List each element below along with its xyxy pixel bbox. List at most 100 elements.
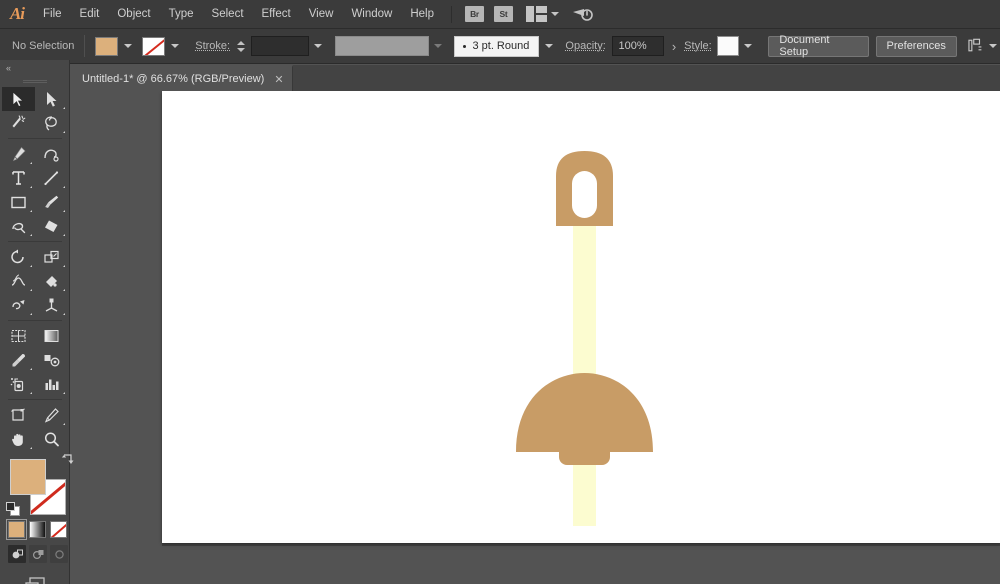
menu-effect[interactable]: Effect xyxy=(253,0,300,29)
document-tab[interactable]: Untitled-1* @ 66.67% (RGB/Preview) ✕ xyxy=(70,65,293,91)
bridge-icon[interactable]: Br xyxy=(465,6,484,22)
close-icon[interactable]: ✕ xyxy=(274,73,283,86)
search-help-icon xyxy=(571,6,593,23)
panel-grabber[interactable] xyxy=(0,76,69,87)
screen-mode-button[interactable] xyxy=(0,575,69,584)
brush-definition-label: 3 pt. Round xyxy=(472,40,529,52)
menu-edit[interactable]: Edit xyxy=(71,0,109,29)
slice-tool[interactable] xyxy=(35,403,68,427)
scale-tool[interactable] xyxy=(35,245,68,269)
symbol-sprayer-tool[interactable] xyxy=(2,372,35,396)
paintbrush-tool[interactable] xyxy=(35,190,68,214)
zoom-tool[interactable] xyxy=(35,427,68,451)
rectangle-tool[interactable] xyxy=(2,190,35,214)
handle-grip-hole xyxy=(572,171,597,218)
graphic-style-swatch[interactable] xyxy=(717,36,738,56)
selection-tool[interactable] xyxy=(2,87,35,111)
draw-behind-button[interactable] xyxy=(29,545,47,563)
artboard-shadow xyxy=(162,543,1000,546)
fill-stroke-swatch-widget xyxy=(8,457,68,515)
tools-grid xyxy=(0,87,69,451)
change-screen-mode-icon xyxy=(21,575,49,584)
opacity-label[interactable]: Opacity: xyxy=(565,40,605,52)
workspace-switcher[interactable] xyxy=(526,6,559,22)
style-dropdown-arrow-icon[interactable] xyxy=(741,37,755,56)
opacity-input[interactable]: 100% xyxy=(612,36,664,56)
width-tool[interactable] xyxy=(2,269,35,293)
stroke-color-swatch[interactable] xyxy=(142,37,165,56)
menu-object[interactable]: Object xyxy=(108,0,159,29)
color-mode-buttons xyxy=(0,521,69,538)
fill-swatch[interactable] xyxy=(10,459,46,495)
fill-dropdown-arrow-icon[interactable] xyxy=(120,37,134,56)
workspace-switcher-icon xyxy=(526,6,547,22)
shape-builder-tool[interactable] xyxy=(2,293,35,317)
magic-wand-tool[interactable] xyxy=(2,111,35,135)
menu-help[interactable]: Help xyxy=(401,0,443,29)
menu-window[interactable]: Window xyxy=(342,0,401,29)
eyedropper-tool[interactable] xyxy=(2,348,35,372)
menu-type[interactable]: Type xyxy=(160,0,203,29)
menu-divider xyxy=(451,6,452,23)
collapse-panel-icon[interactable]: « xyxy=(0,60,69,76)
brush-dropdown-arrow-icon[interactable] xyxy=(541,37,555,56)
align-dropdown-arrow-icon[interactable] xyxy=(986,37,1000,56)
column-graph-tool[interactable] xyxy=(35,372,68,396)
stroke-weight-dropdown-arrow-icon[interactable] xyxy=(311,37,325,56)
document-setup-button[interactable]: Document Setup xyxy=(768,36,868,57)
curvature-tool[interactable] xyxy=(35,142,68,166)
lasso-tool[interactable] xyxy=(35,111,68,135)
preferences-button[interactable]: Preferences xyxy=(876,36,957,57)
align-to-artboard-icon[interactable] xyxy=(968,38,983,54)
blend-tool[interactable] xyxy=(35,348,68,372)
menu-file[interactable]: File xyxy=(34,0,71,29)
menu-select[interactable]: Select xyxy=(203,0,253,29)
drawing-mode-buttons xyxy=(0,545,69,563)
gradient-tool[interactable] xyxy=(35,324,68,348)
canvas-area[interactable] xyxy=(70,91,1000,584)
color-button[interactable] xyxy=(8,521,25,538)
chevron-down-icon xyxy=(551,12,559,16)
perspective-grid-tool[interactable] xyxy=(35,293,68,317)
stroke-weight-input[interactable] xyxy=(251,36,309,56)
eraser-tool[interactable] xyxy=(35,214,68,238)
stock-icon[interactable]: St xyxy=(494,6,513,22)
search-help-button[interactable] xyxy=(571,6,593,23)
fill-color-swatch[interactable] xyxy=(95,37,118,56)
swap-fill-stroke-icon[interactable] xyxy=(61,453,74,466)
plunger-illustration[interactable] xyxy=(162,91,1000,543)
document-tab-bar: Untitled-1* @ 66.67% (RGB/Preview) ✕ xyxy=(70,65,1000,91)
hand-tool[interactable] xyxy=(2,427,35,451)
none-button[interactable] xyxy=(50,521,67,538)
tools-panel: « xyxy=(0,60,70,584)
type-tool[interactable] xyxy=(2,166,35,190)
shaper-tool[interactable] xyxy=(2,214,35,238)
line-segment-tool[interactable] xyxy=(35,166,68,190)
menu-view[interactable]: View xyxy=(300,0,343,29)
gradient-button[interactable] xyxy=(29,521,46,538)
stroke-dropdown-arrow-icon[interactable] xyxy=(167,37,181,56)
illustrator-window: Ai File Edit Object Type Select Effect V… xyxy=(0,0,1000,584)
opacity-options-button[interactable]: › xyxy=(672,39,676,54)
plunger-neck-rect xyxy=(559,421,610,465)
handle-shaft xyxy=(573,191,596,526)
app-logo-icon: Ai xyxy=(0,0,34,29)
rotate-tool[interactable] xyxy=(2,245,35,269)
artboard[interactable] xyxy=(162,91,1000,543)
control-bar: No Selection Stroke: 3 pt. Round Opacity… xyxy=(0,29,1000,64)
stroke-label[interactable]: Stroke: xyxy=(195,40,230,52)
default-fill-stroke-icon[interactable] xyxy=(6,502,21,517)
document-tab-title: Untitled-1* @ 66.67% (RGB/Preview) xyxy=(82,73,264,85)
menu-bar: Ai File Edit Object Type Select Effect V… xyxy=(0,0,1000,29)
draw-inside-button[interactable] xyxy=(50,545,68,563)
direct-selection-tool[interactable] xyxy=(35,87,68,111)
draw-normal-button[interactable] xyxy=(8,545,26,563)
pen-tool[interactable] xyxy=(2,142,35,166)
artboard-tool[interactable] xyxy=(2,403,35,427)
free-transform-tool[interactable] xyxy=(35,269,68,293)
variable-width-profile-input xyxy=(335,36,429,56)
stroke-weight-stepper[interactable] xyxy=(236,36,247,56)
mesh-tool[interactable] xyxy=(2,324,35,348)
style-label[interactable]: Style: xyxy=(684,40,712,52)
brush-definition-select[interactable]: 3 pt. Round xyxy=(454,36,539,57)
